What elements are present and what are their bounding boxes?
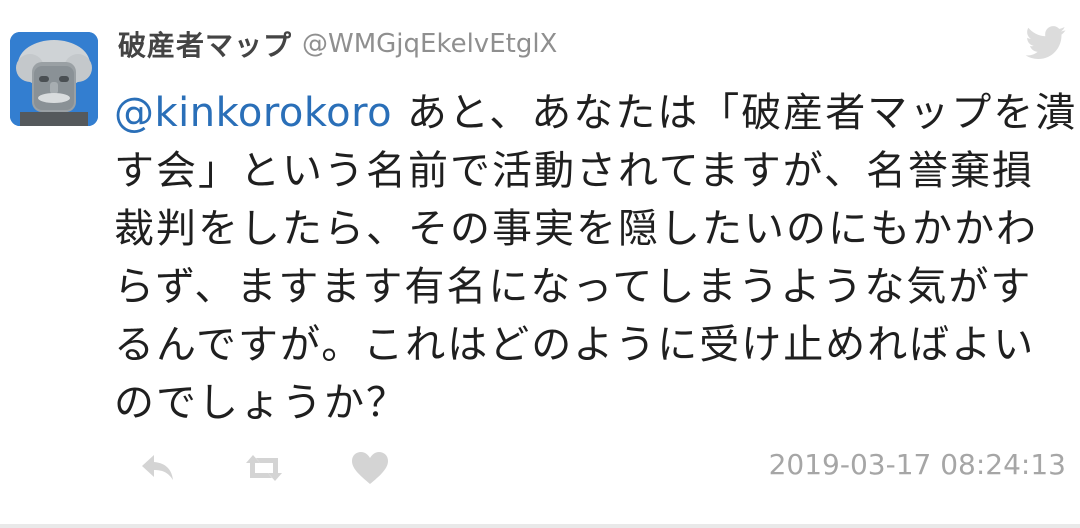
tweet-timestamp: 2019-03-17 08:24:13 <box>768 448 1066 481</box>
retweet-button[interactable] <box>242 448 286 488</box>
divider <box>0 524 1080 528</box>
twitter-bird-icon <box>1025 26 1067 60</box>
avatar[interactable] <box>10 32 98 126</box>
reply-button[interactable] <box>136 448 180 488</box>
tweet-text: @kinkorokoro あと、あなたは「破産者マップを潰 す会」という名前で活… <box>114 84 1078 432</box>
tweet-text-line: @kinkorokoro あと、あなたは「破産者マップを潰 <box>114 90 1078 136</box>
retweet-icon <box>246 455 282 481</box>
display-name[interactable]: 破産者マップ <box>118 24 292 64</box>
tweet-header: 破産者マップ @WMGjqEkelvEtglX <box>118 22 557 66</box>
heart-icon <box>352 452 388 484</box>
tweet-card[interactable]: 破産者マップ @WMGjqEkelvEtglX @kinkorokoro あと、… <box>0 0 1080 528</box>
tweet-text-line: のでしょうか？ <box>114 380 408 426</box>
tweet-text-line: 裁判をしたら、その事実を隠したいのにもかかわ <box>114 206 1038 252</box>
tweet-text-line: るんですが。これはどのように受け止めればよい <box>114 322 1036 368</box>
like-button[interactable] <box>348 448 392 488</box>
tweet-text-line: す会」という名前で活動されてますが、名誉棄損 <box>114 148 1034 194</box>
tweet-text-line: らず、ますます有名になってしまうような気がす <box>114 264 1033 310</box>
user-handle[interactable]: @WMGjqEkelvEtglX <box>302 29 557 59</box>
tweet-actions <box>136 446 454 490</box>
reply-icon <box>142 455 173 480</box>
mention-link[interactable]: @kinkorokoro <box>114 90 392 136</box>
avatar-image <box>10 32 98 126</box>
